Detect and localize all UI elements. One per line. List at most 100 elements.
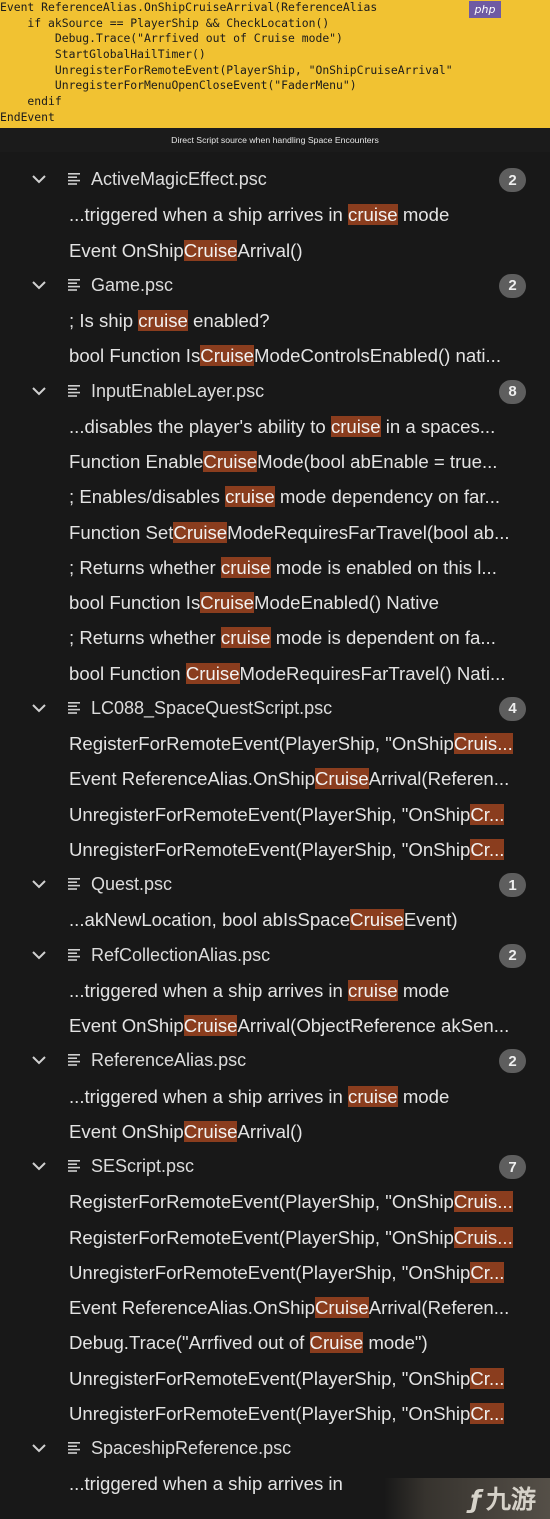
match-line[interactable]: ...disables the player's ability to crui… — [0, 409, 550, 444]
match-suffix: mode — [397, 979, 450, 1001]
match-text: ...triggered when a ship arrives in crui… — [69, 973, 546, 1008]
match-line[interactable]: UnregisterForRemoteEvent(PlayerShip, "On… — [0, 1396, 550, 1431]
match-text: RegisterForRemoteEvent(PlayerShip, "OnSh… — [69, 1184, 546, 1219]
match-line[interactable]: ...triggered when a ship arrives in crui… — [0, 197, 550, 232]
code-line: EndEvent — [0, 109, 55, 124]
match-line[interactable]: Event ReferenceAlias.OnShipCruiseArrival… — [0, 1290, 550, 1325]
match-line[interactable]: RegisterForRemoteEvent(PlayerShip, "OnSh… — [0, 1220, 550, 1255]
match-suffix: ModeRequiresFarTravel(bool ab... — [227, 521, 510, 543]
match-line[interactable]: UnregisterForRemoteEvent(PlayerShip, "On… — [0, 1361, 550, 1396]
match-line[interactable]: Event ReferenceAlias.OnShipCruiseArrival… — [0, 761, 550, 796]
match-suffix: mode is enabled on this l... — [270, 556, 497, 578]
match-text: ; Enables/disables cruise mode dependenc… — [69, 479, 546, 514]
match-line[interactable]: UnregisterForRemoteEvent(PlayerShip, "On… — [0, 797, 550, 832]
match-line[interactable]: Function SetCruiseModeRequiresFarTravel(… — [0, 515, 550, 550]
chevron-down-icon[interactable] — [30, 1051, 48, 1069]
match-text: Event OnShipCruiseArrival() — [69, 1114, 546, 1149]
match-line[interactable]: ; Is ship cruise enabled? — [0, 303, 550, 338]
match-count-badge: 4 — [499, 696, 526, 721]
match-prefix: UnregisterForRemoteEvent(PlayerShip, "On… — [69, 1402, 471, 1424]
watermark-logo-text: 九游 — [485, 1485, 536, 1514]
match-count-badge: 7 — [499, 1155, 526, 1179]
file-lines-icon — [68, 173, 80, 185]
match-line[interactable]: ...triggered when a ship arrives in crui… — [0, 973, 550, 1008]
match-text: ...triggered when a ship arrives in crui… — [69, 1079, 546, 1114]
match-highlight: Cruise — [183, 1120, 238, 1142]
match-prefix: Event ReferenceAlias.OnShip — [69, 768, 315, 790]
file-name: Game.psc — [91, 274, 174, 295]
match-suffix: Arrival(Referen... — [368, 1297, 510, 1318]
match-line[interactable]: Event OnShipCruiseArrival() — [0, 233, 550, 268]
search-results-list: ActiveMagicEffect.psc 2 ...triggered when … — [0, 162, 550, 1502]
match-prefix: ...akNewLocation, bool abIsSpace — [69, 909, 351, 931]
file-lines-icon — [68, 701, 80, 714]
match-line[interactable]: bool Function IsCruiseModeEnabled() Nati… — [0, 585, 550, 620]
match-text: UnregisterForRemoteEvent(PlayerShip, "On… — [69, 1396, 546, 1431]
match-line[interactable]: ; Enables/disables cruise mode dependenc… — [0, 479, 550, 514]
file-name: SpaceshipReference.psc — [91, 1438, 292, 1458]
result-file-row[interactable]: LC088_SpaceQuestScript.psc 4 — [0, 691, 550, 726]
match-line[interactable]: Function EnableCruiseMode(bool abEnable … — [0, 444, 550, 479]
match-line[interactable]: bool Function CruiseModeRequiresFarTrave… — [0, 656, 550, 691]
result-file-row[interactable]: InputEnableLayer.psc 8 — [0, 374, 550, 409]
chevron-down-icon[interactable] — [30, 1439, 48, 1457]
chevron-down-icon[interactable] — [30, 1157, 48, 1175]
match-highlight: Cruis... — [453, 1191, 513, 1213]
result-file-row[interactable]: SpaceshipReference.psc — [0, 1431, 550, 1466]
match-text: ...disables the player's ability to crui… — [69, 409, 546, 444]
match-text: UnregisterForRemoteEvent(PlayerShip, "On… — [69, 797, 546, 832]
match-line[interactable]: RegisterForRemoteEvent(PlayerShip, "OnSh… — [0, 1184, 550, 1219]
match-suffix: Arrival(Referen... — [368, 768, 510, 790]
match-highlight: Cr... — [470, 1367, 505, 1389]
result-file-row[interactable]: Quest.psc 1 — [0, 867, 550, 902]
match-prefix: bool Function Is — [69, 592, 201, 613]
result-file-row[interactable]: SEScript.psc 7 — [0, 1149, 550, 1184]
file-lines-icon — [68, 1442, 80, 1454]
result-file-row[interactable]: RefCollectionAlias.psc 2 — [0, 938, 550, 973]
match-highlight: Cruise — [185, 662, 240, 684]
image-caption: Direct Script source when handling Space… — [0, 128, 550, 152]
match-line[interactable]: UnregisterForRemoteEvent(PlayerShip, "On… — [0, 1255, 550, 1290]
match-line[interactable]: Debug.Trace("Arrfived out of Cruise mode… — [0, 1325, 550, 1360]
match-prefix: ...triggered when a ship arrives in — [69, 1085, 349, 1107]
result-file-row[interactable]: Game.psc 2 — [0, 268, 550, 303]
match-line[interactable]: Event OnShipCruiseArrival(ObjectReferenc… — [0, 1008, 550, 1043]
match-highlight: Cruise — [315, 768, 369, 790]
match-count-badge: 2 — [499, 168, 526, 192]
code-line: endif — [0, 94, 62, 109]
match-line[interactable]: ...akNewLocation, bool abIsSpaceCruiseEv… — [0, 902, 550, 937]
match-highlight: cruise — [348, 1085, 398, 1107]
result-file-row[interactable]: ReferenceAlias.psc 2 — [0, 1043, 550, 1078]
chevron-down-icon[interactable] — [30, 875, 48, 893]
match-line[interactable]: Event OnShipCruiseArrival() — [0, 1114, 550, 1149]
match-suffix: mode") — [363, 1332, 428, 1354]
chevron-down-icon[interactable] — [30, 699, 48, 717]
match-text: Event ReferenceAlias.OnShipCruiseArrival… — [69, 1290, 546, 1325]
match-suffix: mode — [397, 204, 450, 226]
chevron-down-icon[interactable] — [30, 276, 48, 294]
match-count-badge: 2 — [499, 1049, 526, 1074]
match-highlight: Cruise — [350, 909, 404, 931]
match-line[interactable]: ...triggered when a ship arrives in crui… — [0, 1079, 550, 1114]
file-name: InputEnableLayer.psc — [91, 380, 265, 401]
match-line[interactable]: ; Returns whether cruise mode is enabled… — [0, 550, 550, 585]
file-name: LC088_SpaceQuestScript.psc — [91, 697, 333, 718]
match-line[interactable]: bool Function IsCruiseModeControlsEnable… — [0, 338, 550, 373]
match-text: bool Function CruiseModeRequiresFarTrave… — [69, 656, 546, 691]
match-prefix: ...triggered when a ship arrives in — [69, 979, 349, 1001]
result-file-row[interactable]: ActiveMagicEffect.psc 2 — [0, 162, 550, 197]
match-highlight: Cruise — [309, 1332, 364, 1354]
file-lines-icon — [68, 1054, 80, 1067]
chevron-down-icon[interactable] — [30, 170, 48, 188]
chevron-down-icon[interactable] — [30, 382, 48, 400]
match-line[interactable]: ; Returns whether cruise mode is depende… — [0, 620, 550, 655]
match-text: UnregisterForRemoteEvent(PlayerShip, "On… — [69, 1361, 546, 1396]
match-count-badge: 8 — [499, 379, 526, 404]
match-line[interactable]: UnregisterForRemoteEvent(PlayerShip, "On… — [0, 832, 550, 867]
chevron-down-icon[interactable] — [30, 946, 48, 964]
match-line[interactable]: RegisterForRemoteEvent(PlayerShip, "OnSh… — [0, 726, 550, 761]
match-prefix: Event OnShip — [69, 239, 184, 261]
match-highlight: Cruise — [183, 1015, 238, 1036]
match-highlight: Cruis... — [453, 733, 513, 754]
match-highlight: Cruise — [315, 1297, 369, 1318]
